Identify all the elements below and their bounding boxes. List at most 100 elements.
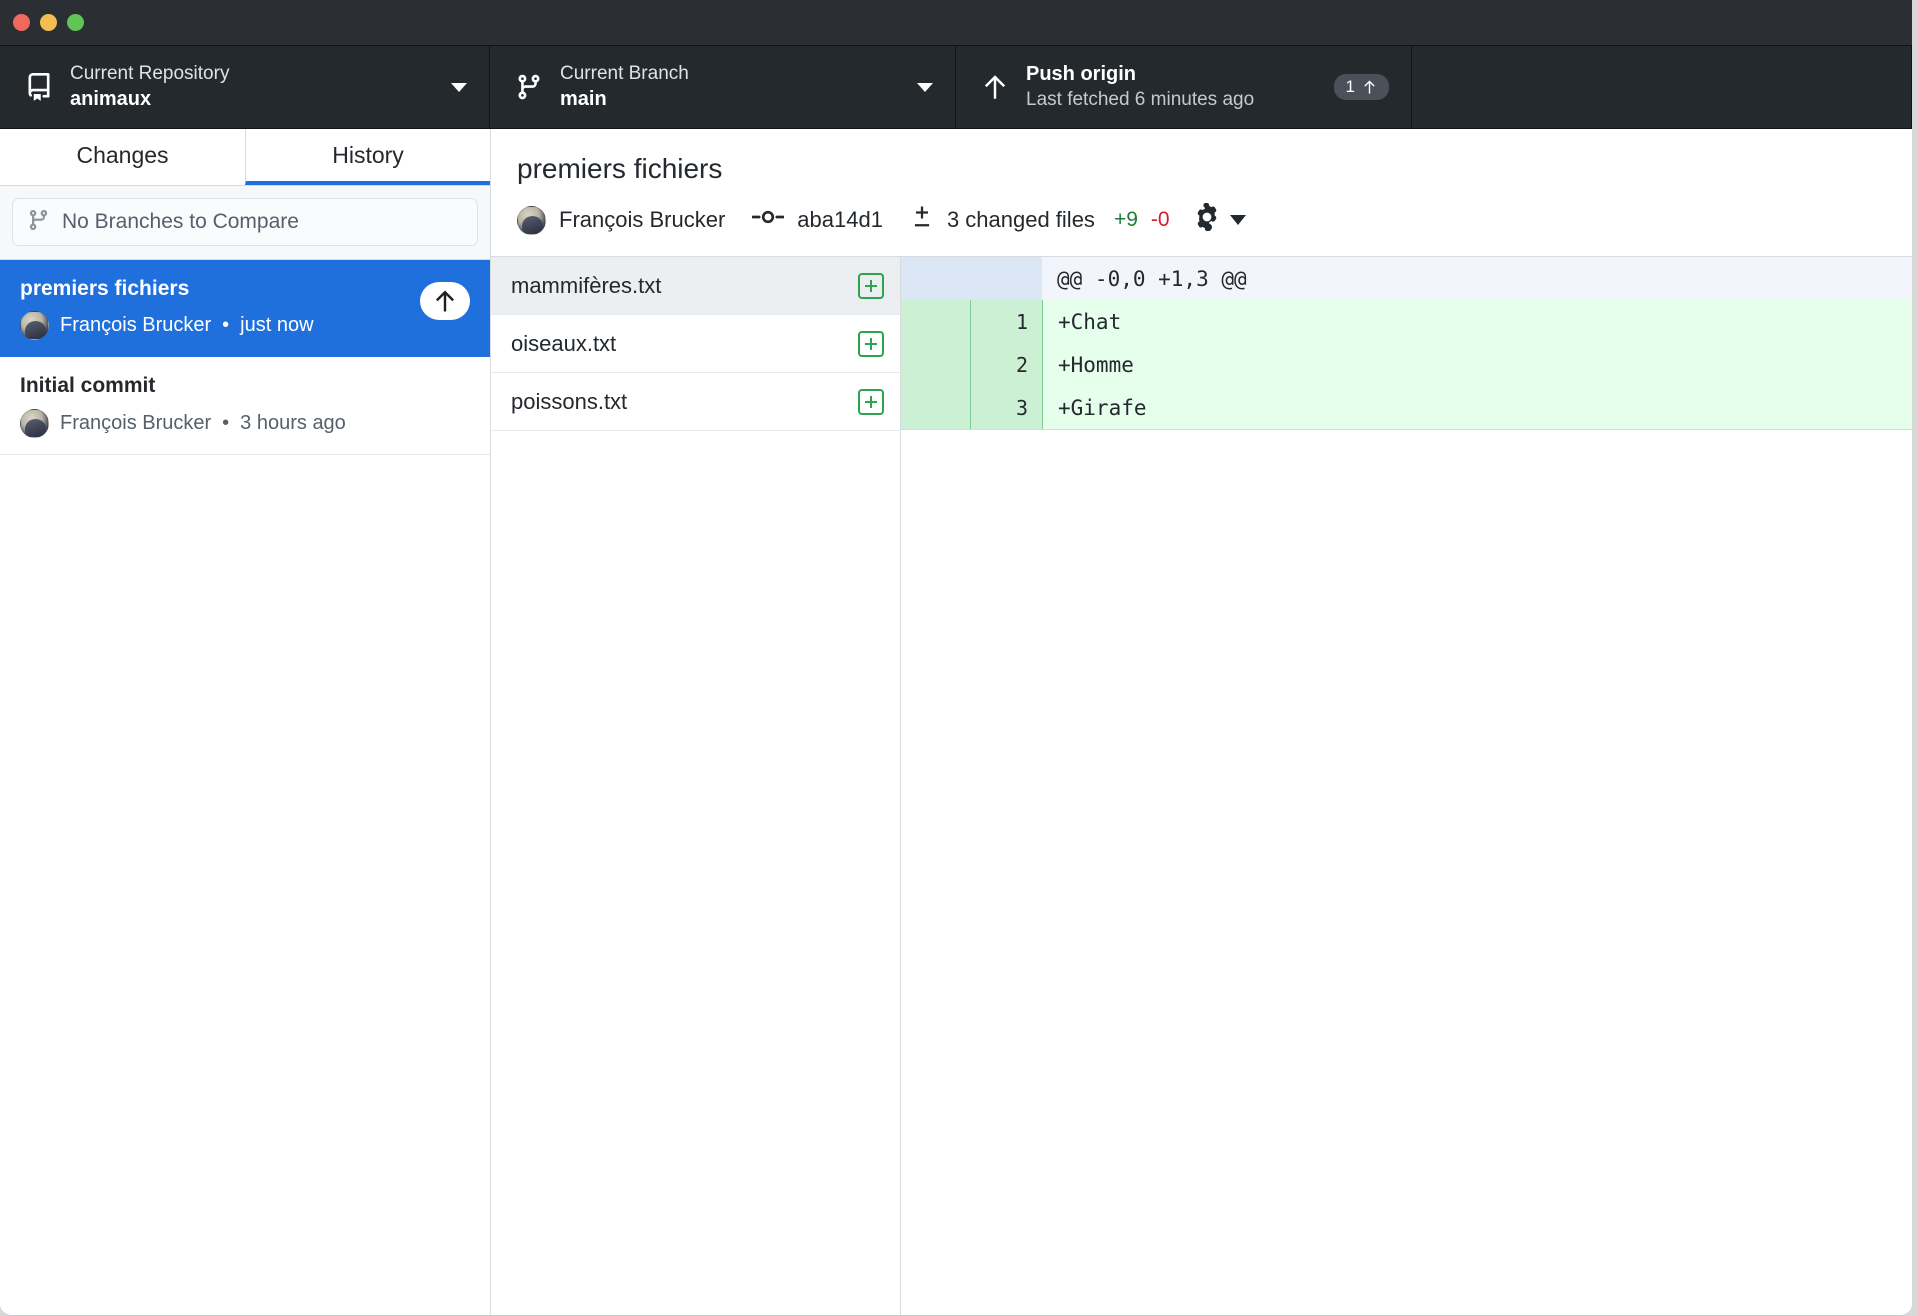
diff-line-text: +Chat <box>1042 300 1912 343</box>
minimize-window-button[interactable] <box>40 14 57 31</box>
current-repository-text: Current Repository animaux <box>70 63 441 111</box>
diff-options-button[interactable] <box>1193 203 1246 237</box>
branch-compare-field[interactable]: No Branches to Compare <box>12 198 478 246</box>
diff-new-line-number <box>970 257 1042 300</box>
commit-sha: aba14d1 <box>797 207 883 233</box>
commit-time: just now <box>240 314 313 337</box>
diff-old-line-number <box>901 300 970 343</box>
commit-summary-meta: François Brucker aba14d1 <box>517 203 1886 237</box>
avatar <box>20 409 49 438</box>
repo-book-icon <box>22 72 56 102</box>
file-name: poissons.txt <box>511 389 858 415</box>
commit-list-item-premiers-fichiers[interactable]: premiers fichiers François Brucker • jus… <box>0 260 490 357</box>
ahead-count-badge: 1 <box>1334 74 1389 100</box>
tab-history[interactable]: History <box>245 129 490 185</box>
gear-icon <box>1193 203 1221 237</box>
commit-meta-separator: • <box>222 412 229 435</box>
commit-summary: premiers fichiers François Brucker aba14… <box>491 129 1912 257</box>
page-title: premiers fichiers <box>517 151 1886 186</box>
main-panel: premiers fichiers François Brucker aba14… <box>491 129 1912 1315</box>
diff-viewer[interactable]: @@ -0,0 +1,3 @@ 1 +Chat 2 +Homme <box>901 257 1912 1315</box>
close-window-button[interactable] <box>13 14 30 31</box>
changed-files-list[interactable]: mammifères.txt oiseaux.txt poissons.txt <box>491 257 901 1315</box>
toolbar-empty-region <box>1412 46 1912 128</box>
sidebar-tabs: Changes History <box>0 129 490 186</box>
chevron-down-icon <box>1230 215 1246 225</box>
push-commit-button[interactable] <box>420 282 470 320</box>
diff-end-divider <box>901 429 1912 430</box>
zoom-window-button[interactable] <box>67 14 84 31</box>
diff-line-added[interactable]: 3 +Girafe <box>901 386 1912 429</box>
commit-title: premiers fichiers <box>20 275 470 302</box>
last-fetched-label: Last fetched 6 minutes ago <box>1026 89 1334 111</box>
additions-count: +9 <box>1114 208 1138 232</box>
github-desktop-window: Current Repository animaux Current Branc… <box>0 0 1912 1316</box>
current-branch-text: Current Branch main <box>560 63 907 111</box>
current-branch-label: Current Branch <box>560 63 907 85</box>
diff-old-line-number <box>901 343 970 386</box>
diff-new-line-number: 1 <box>970 300 1042 343</box>
branch-compare-value: No Branches to Compare <box>62 210 299 234</box>
commit-author: François Brucker <box>60 314 211 337</box>
ahead-count-value: 1 <box>1346 77 1355 97</box>
file-name: mammifères.txt <box>511 273 858 299</box>
commit-meta: François Brucker • 3 hours ago <box>20 409 470 438</box>
diff-plus-minus-icon <box>910 204 934 236</box>
deletions-count: -0 <box>1151 208 1170 232</box>
current-branch-button[interactable]: Current Branch main <box>490 46 956 128</box>
arrow-up-icon <box>978 72 1012 102</box>
commit-list[interactable]: premiers fichiers François Brucker • jus… <box>0 260 490 1315</box>
arrow-up-icon <box>433 288 457 314</box>
git-branch-icon <box>27 208 50 237</box>
diff-line-text: @@ -0,0 +1,3 @@ <box>1042 257 1912 300</box>
commit-time: 3 hours ago <box>240 412 346 435</box>
plus-square-icon <box>858 273 884 299</box>
chevron-down-icon <box>917 83 933 92</box>
tab-changes-label: Changes <box>76 142 168 169</box>
push-origin-label: Push origin <box>1026 63 1334 86</box>
window-controls <box>13 14 84 31</box>
commit-author: François Brucker <box>60 412 211 435</box>
current-repository-button[interactable]: Current Repository animaux <box>0 46 490 128</box>
commit-list-item-initial-commit[interactable]: Initial commit François Brucker • 3 hour… <box>0 357 490 454</box>
tab-history-label: History <box>332 142 404 169</box>
commit-author: François Brucker <box>559 207 725 233</box>
avatar <box>20 311 49 340</box>
plus-square-icon <box>858 389 884 415</box>
plus-square-icon <box>858 331 884 357</box>
title-bar <box>0 0 1912 46</box>
current-repository-value: animaux <box>70 88 441 111</box>
chevron-down-icon <box>451 83 467 92</box>
diff-old-line-number <box>901 386 970 429</box>
commit-title: Initial commit <box>20 372 470 399</box>
current-repository-label: Current Repository <box>70 63 441 85</box>
diff-old-line-number <box>901 257 970 300</box>
file-name: oiseaux.txt <box>511 331 858 357</box>
diff-line-text: +Girafe <box>1042 386 1912 429</box>
file-list-item-oiseaux[interactable]: oiseaux.txt <box>491 315 900 373</box>
push-origin-button[interactable]: Push origin Last fetched 6 minutes ago 1 <box>956 46 1412 128</box>
diff-line-text: +Homme <box>1042 343 1912 386</box>
current-branch-value: main <box>560 88 907 111</box>
git-branch-icon <box>512 72 546 102</box>
sidebar: Changes History No Branches to Compare <box>0 129 491 1315</box>
tab-changes[interactable]: Changes <box>0 129 245 185</box>
arrow-up-icon <box>1362 79 1377 95</box>
diff-new-line-number: 3 <box>970 386 1042 429</box>
changed-files-count: 3 changed files <box>947 207 1095 233</box>
file-list-item-mammiferes[interactable]: mammifères.txt <box>491 257 900 315</box>
commit-meta: François Brucker • just now <box>20 311 470 340</box>
diff-new-line-number: 2 <box>970 343 1042 386</box>
avatar <box>517 206 546 235</box>
file-list-item-poissons[interactable]: poissons.txt <box>491 373 900 431</box>
commit-detail-panes: mammifères.txt oiseaux.txt poissons.txt <box>491 257 1912 1315</box>
commit-meta-separator: • <box>222 314 229 337</box>
push-origin-text: Push origin Last fetched 6 minutes ago <box>1026 63 1334 111</box>
git-commit-icon <box>752 206 784 234</box>
diff-line-added[interactable]: 2 +Homme <box>901 343 1912 386</box>
diff-line-added[interactable]: 1 +Chat <box>901 300 1912 343</box>
branch-compare-area: No Branches to Compare <box>0 186 490 260</box>
app-toolbar: Current Repository animaux Current Branc… <box>0 46 1912 129</box>
app-body: Changes History No Branches to Compare <box>0 129 1912 1315</box>
diff-hunk-header: @@ -0,0 +1,3 @@ <box>901 257 1912 300</box>
